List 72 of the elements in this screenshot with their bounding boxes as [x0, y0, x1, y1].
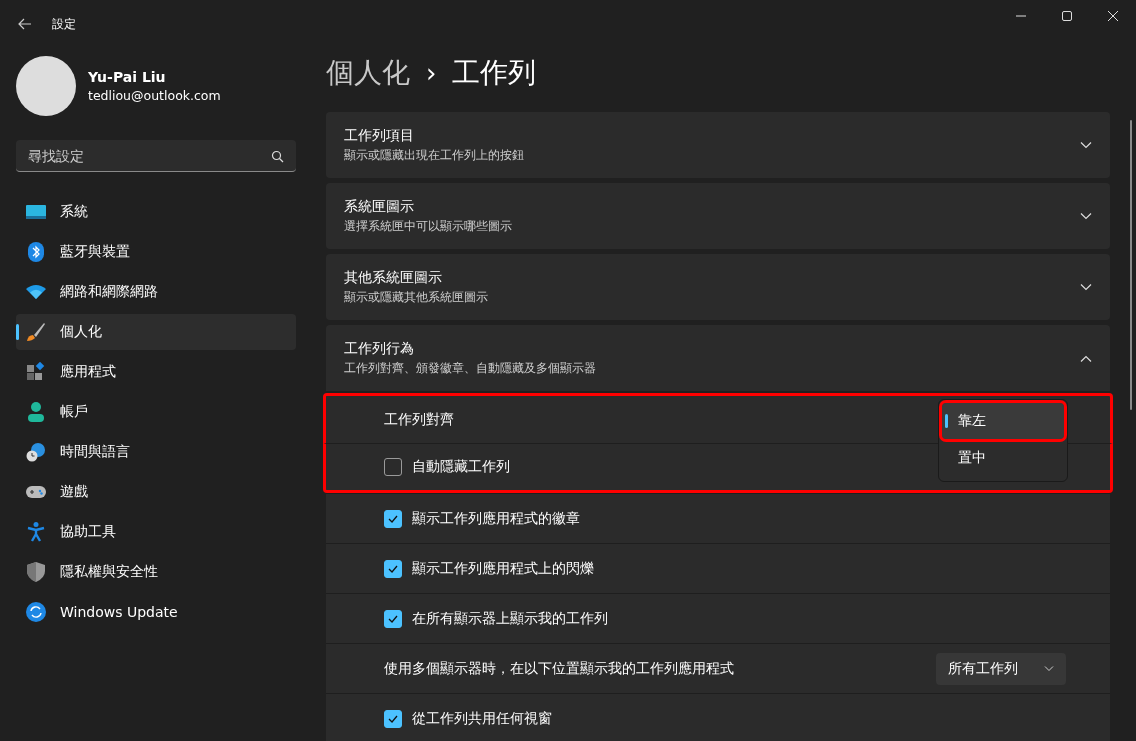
- window-title: 設定: [52, 15, 76, 33]
- checkbox-label: 顯示工作列應用程式的徽章: [412, 509, 581, 528]
- section-description: 顯示或隱藏其他系統匣圖示: [344, 290, 489, 305]
- section-description: 顯示或隱藏出現在工作列上的按鈕: [344, 148, 525, 163]
- section-title: 工作列項目: [344, 127, 415, 145]
- checkbox[interactable]: [384, 709, 402, 728]
- wifi-icon: [26, 284, 46, 300]
- settings-expander[interactable]: 其他系統匣圖示 顯示或隱藏其他系統匣圖示: [326, 254, 1110, 320]
- nav-item[interactable]: 協助工具: [16, 514, 296, 550]
- globe-clock-icon: [26, 442, 46, 462]
- checkbox-label: 自動隱藏工作列: [412, 458, 511, 476]
- section-description: 工作列對齊、頒發徽章、自動隱藏及多個顯示器: [344, 361, 597, 376]
- check-icon: [388, 514, 398, 523]
- checkbox[interactable]: [384, 559, 402, 578]
- checkbox-label: 顯示工作列應用程式上的閃爍: [412, 559, 595, 578]
- scrollbar[interactable]: [1130, 120, 1132, 410]
- nav-item[interactable]: 時間與語言: [16, 434, 296, 470]
- check-icon: [388, 714, 398, 723]
- menu-option[interactable]: 置中: [942, 440, 1064, 476]
- settings-expander[interactable]: 工作列行為 工作列對齊、頒發徽章、自動隱藏及多個顯示器: [326, 325, 1110, 391]
- checkbox[interactable]: [384, 609, 402, 628]
- nav-item[interactable]: 帳戶: [16, 394, 296, 430]
- close-icon[interactable]: [1108, 11, 1118, 21]
- chevron-down-icon[interactable]: [1080, 141, 1092, 149]
- section-description: 選擇系統匣中可以顯示哪些圖示: [344, 219, 513, 234]
- setting-label: 工作列對齊: [384, 410, 454, 429]
- checkbox-label: 在所有顯示器上顯示我的工作列: [412, 609, 609, 628]
- checkbox[interactable]: [384, 509, 402, 528]
- search-icon[interactable]: [271, 150, 284, 163]
- section-title: 其他系統匣圖示: [344, 269, 443, 287]
- maximize-icon[interactable]: [1062, 11, 1072, 21]
- nav-item[interactable]: 系統: [16, 194, 296, 230]
- check-icon: [388, 614, 398, 623]
- chevron-down-icon: [1044, 665, 1054, 672]
- shield-icon: [26, 562, 46, 582]
- check-icon: [388, 564, 398, 573]
- accessibility-icon: [26, 522, 46, 542]
- section-title: 系統匣圖示: [344, 198, 415, 216]
- user-name: Yu-Pai Liu: [88, 69, 167, 85]
- nav-item[interactable]: 遊戲: [16, 474, 296, 510]
- setting-label: 使用多個顯示器時，在以下位置顯示我的工作列應用程式: [384, 659, 735, 678]
- apps-icon: [26, 362, 46, 382]
- checkbox[interactable]: [384, 458, 402, 476]
- nav-item[interactable]: 隱私權與安全性: [16, 554, 296, 590]
- nav-item[interactable]: 網路和網際網路: [16, 274, 296, 310]
- section-title: 工作列行為: [344, 340, 415, 358]
- search-field[interactable]: 尋找設定: [16, 140, 296, 172]
- bluetooth-icon: [26, 242, 46, 262]
- user-email: tedliou@outlook.com: [88, 88, 221, 103]
- breadcrumb-link[interactable]: 個人化: [326, 54, 410, 92]
- settings-expander[interactable]: 系統匣圖示 選擇系統匣中可以顯示哪些圖示: [326, 183, 1110, 249]
- page-title: 工作列: [452, 55, 537, 91]
- checkbox-label: 從工作列共用任何視窗: [412, 709, 553, 728]
- selection-indicator: [16, 324, 19, 340]
- back-icon[interactable]: [18, 18, 32, 30]
- chevron-up-icon[interactable]: [1080, 354, 1092, 362]
- gamepad-icon: [26, 485, 46, 499]
- avatar-placeholder: [16, 56, 76, 116]
- nav-item[interactable]: 藍牙與裝置: [16, 234, 296, 270]
- monitor-icon: [26, 204, 46, 220]
- nav-item[interactable]: 應用程式: [16, 354, 296, 390]
- chevron-down-icon[interactable]: [1080, 212, 1092, 220]
- dropdown[interactable]: 所有工作列: [936, 652, 1066, 685]
- breadcrumb-separator: ›: [426, 58, 437, 88]
- brush-icon: [26, 322, 46, 342]
- chevron-down-icon[interactable]: [1080, 283, 1092, 291]
- nav-item[interactable]: 個人化: [16, 314, 296, 350]
- refresh-icon: [26, 602, 46, 622]
- nav-item[interactable]: Windows Update: [16, 594, 296, 630]
- person-icon: [26, 402, 46, 422]
- menu-option[interactable]: 靠左: [942, 403, 1064, 439]
- settings-expander[interactable]: 工作列項目 顯示或隱藏出現在工作列上的按鈕: [326, 112, 1110, 178]
